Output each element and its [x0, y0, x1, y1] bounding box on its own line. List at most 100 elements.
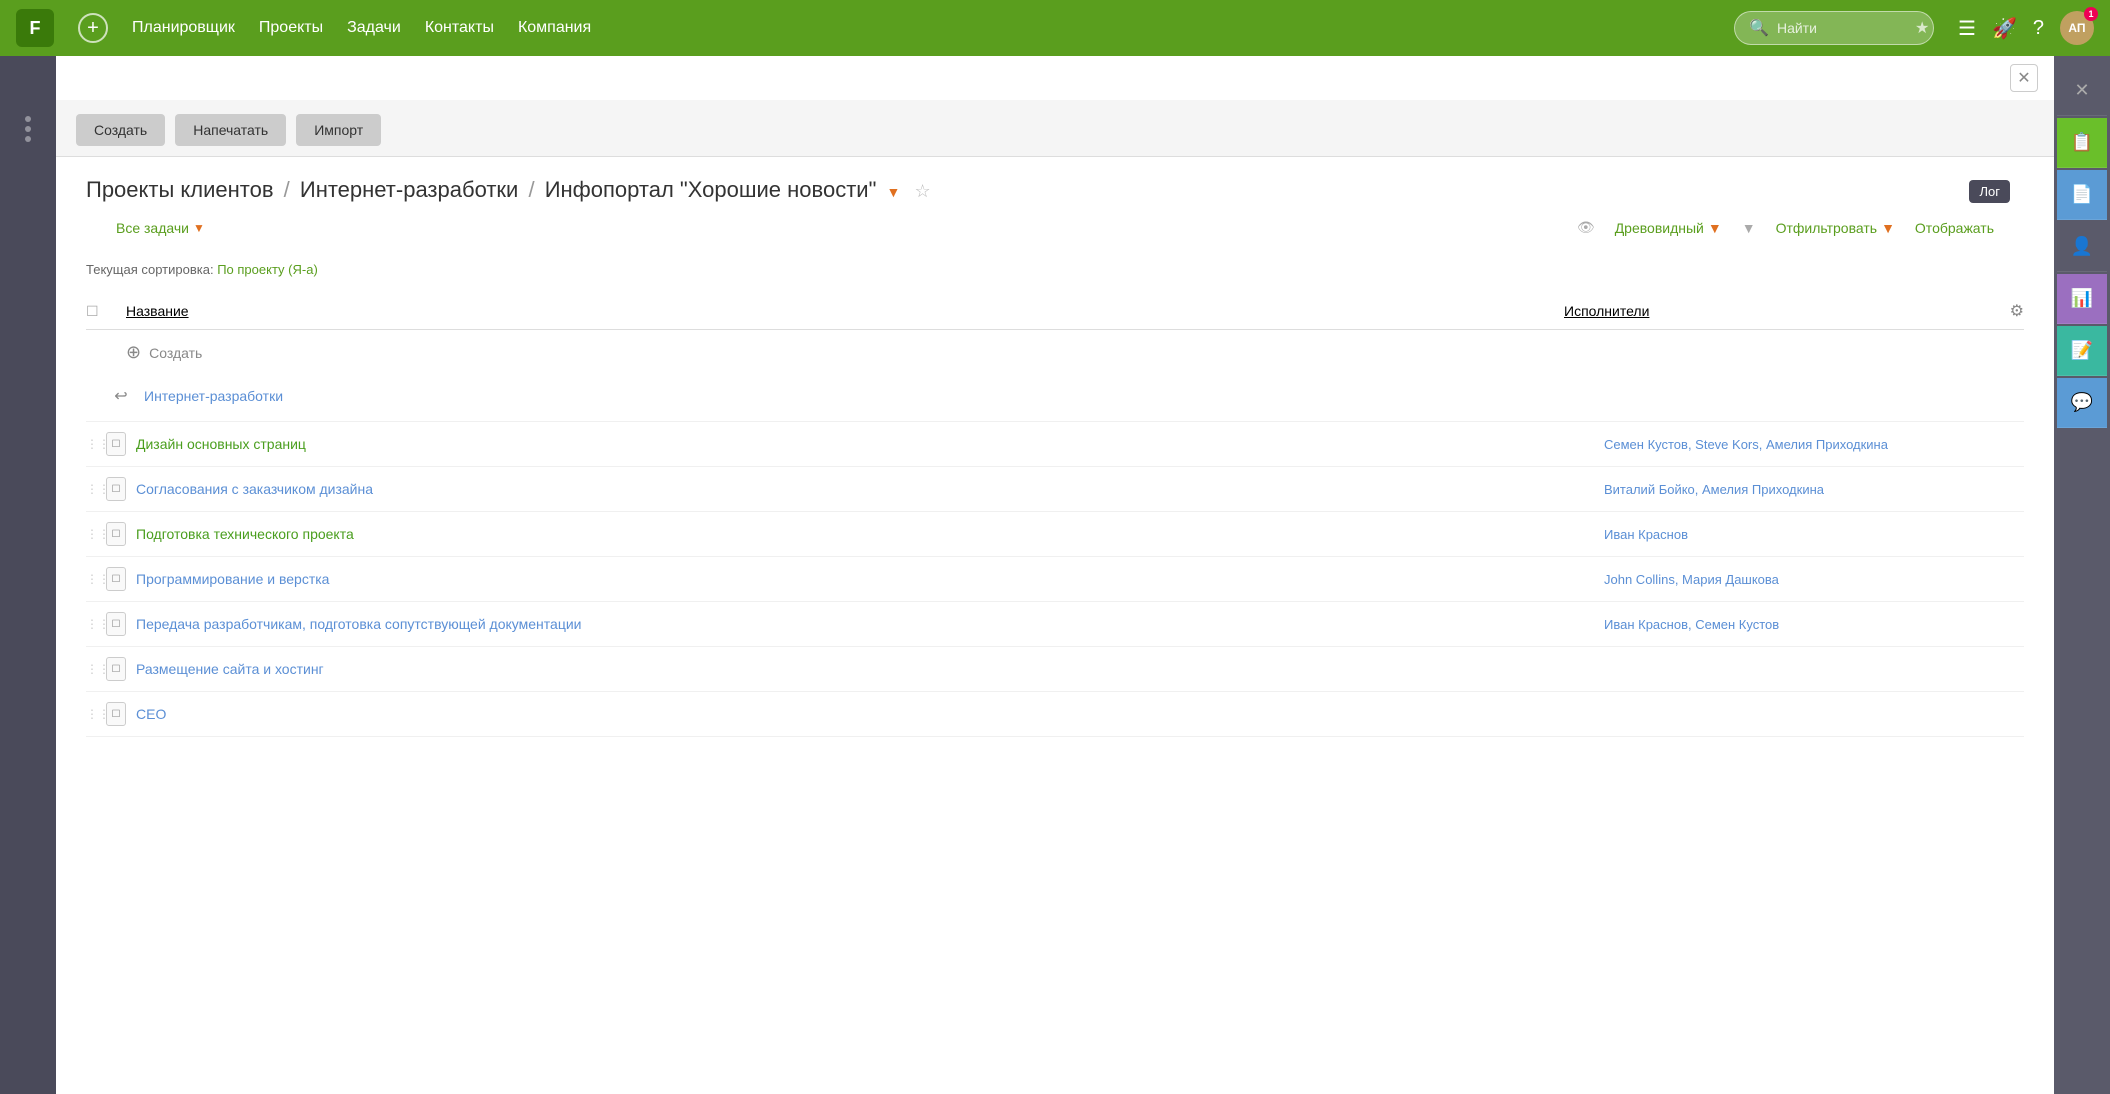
filter-button[interactable]: Отфильтровать ▼ [1776, 220, 1895, 236]
task-checkbox[interactable]: ☐ [106, 432, 136, 456]
task-checkbox[interactable]: ☐ [106, 522, 136, 546]
nav-company[interactable]: Компания [518, 19, 591, 37]
search-bar[interactable]: 🔍 ★ [1734, 11, 1934, 45]
search-input[interactable] [1777, 20, 1907, 36]
task-status-icon: ☐ [106, 522, 126, 546]
rocket-icon[interactable]: 🚀 [1992, 16, 2017, 41]
task-checkbox[interactable]: ☐ [106, 612, 136, 636]
filter-arrow-icon: ▼ [1881, 220, 1895, 236]
favorite-star-icon[interactable]: ☆ [915, 181, 931, 201]
settings-gear-icon[interactable]: ⚙ [2010, 303, 2024, 320]
create-task-row[interactable]: ⊕ Создать [86, 330, 2024, 371]
sort-info: Текущая сортировка: По проекту (Я-а) [56, 258, 2054, 293]
close-button[interactable]: ✕ [2010, 64, 2038, 92]
nav-projects[interactable]: Проекты [259, 19, 323, 37]
sidebar-edit-button[interactable]: ✕ [2057, 66, 2107, 116]
sort-value[interactable]: По проекту (Я-а) [217, 262, 318, 277]
avatar-initials: АП [2068, 21, 2085, 35]
col-settings-header: ⚙ [1984, 301, 2024, 321]
nav-tasks[interactable]: Задачи [347, 19, 401, 37]
nav-planner[interactable]: Планировщик [132, 19, 235, 37]
table-row: ⋮⋮ ☐ Размещение сайта и хостинг [86, 647, 2024, 692]
drag-handle-icon: ⋮⋮ [86, 482, 106, 496]
task-name[interactable]: Передача разработчикам, подготовка сопут… [136, 616, 1604, 632]
dropdown-arrow-icon[interactable]: ▼ [887, 184, 901, 200]
top-navigation: F + Планировщик Проекты Задачи Контакты … [0, 0, 2110, 56]
task-name[interactable]: Программирование и верстка [136, 571, 1604, 587]
breadcrumb-part-2[interactable]: Интернет-разработки [300, 177, 518, 202]
sidebar-dot-2 [25, 126, 31, 132]
sidebar-docs-button[interactable]: 📄 [2057, 170, 2107, 220]
import-button[interactable]: Импорт [296, 114, 381, 146]
menu-icon[interactable]: ☰ [1958, 16, 1976, 41]
help-icon[interactable]: ? [2033, 17, 2044, 40]
sidebar-reports-button[interactable]: 📊 [2057, 274, 2107, 324]
main-layout: ✕ Создать Напечатать Импорт Проекты клие… [0, 56, 2110, 1094]
table-row: ⋮⋮ ☐ Передача разработчикам, подготовка … [86, 602, 2024, 647]
drag-handle-icon: ⋮⋮ [86, 437, 106, 451]
sidebar-tasks-button[interactable]: 📋 [2057, 118, 2107, 168]
main-content: ✕ Создать Напечатать Импорт Проекты клие… [56, 56, 2054, 1094]
task-name[interactable]: CEO [136, 706, 1604, 722]
task-status-icon: ☐ [106, 702, 126, 726]
sidebar-dot-1 [25, 116, 31, 122]
table-row: ⋮⋮ ☐ CEO [86, 692, 2024, 737]
task-checkbox[interactable]: ☐ [106, 702, 136, 726]
nav-icons: ☰ 🚀 ? АП 1 [1958, 11, 2094, 45]
sidebar-dots [25, 116, 31, 142]
all-tasks-arrow-icon: ▼ [193, 221, 205, 235]
task-assignees: Иван Краснов [1604, 527, 2024, 542]
col-name-header[interactable]: Название [126, 303, 1564, 319]
avatar-badge: 1 [2084, 7, 2098, 21]
logo[interactable]: F [16, 9, 54, 47]
print-button[interactable]: Напечатать [175, 114, 286, 146]
task-status-icon: ☐ [106, 612, 126, 636]
avatar[interactable]: АП 1 [2060, 11, 2094, 45]
back-icon[interactable]: ↩ [106, 381, 136, 411]
create-label: Создать [149, 345, 202, 361]
task-name[interactable]: Подготовка технического проекта [136, 526, 1604, 542]
create-button[interactable]: Создать [76, 114, 165, 146]
close-area: ✕ [56, 56, 2054, 100]
sort-label: Текущая сортировка: [86, 262, 214, 277]
add-button[interactable]: + [78, 13, 108, 43]
task-checkbox[interactable]: ☐ [106, 567, 136, 591]
parent-task-name[interactable]: Интернет-разработки [144, 388, 1604, 404]
task-name[interactable]: Согласования с заказчиком дизайна [136, 481, 1604, 497]
create-plus-icon: ⊕ [126, 342, 141, 363]
task-table: ☐ Название Исполнители ⚙ ⊕ Создать [56, 293, 2054, 737]
drag-handle-icon: ⋮⋮ [86, 617, 106, 631]
breadcrumb-part-1[interactable]: Проекты клиентов [86, 177, 274, 202]
task-status-icon: ☐ [106, 567, 126, 591]
task-status-icon: ☐ [106, 657, 126, 681]
checkbox-icon: ☐ [86, 303, 99, 319]
view-button[interactable]: Древовидный ▼ [1615, 220, 1722, 236]
all-tasks-filter[interactable]: Все задачи ▼ [116, 220, 205, 236]
task-checkbox[interactable]: ☐ [106, 477, 136, 501]
right-sidebar: ✕ 📋 📄 👤 📊 📝 💬 [2054, 56, 2110, 1094]
drag-handle-icon: ⋮⋮ [86, 707, 106, 721]
task-status-icon: ☐ [106, 432, 126, 456]
table-row: ⋮⋮ ☐ Дизайн основных страниц Семен Кусто… [86, 422, 2024, 467]
sidebar-chat-button[interactable]: 💬 [2057, 378, 2107, 428]
display-label: Отображать [1915, 220, 1994, 236]
table-row: ⋮⋮ ☐ Подготовка технического проекта Ива… [86, 512, 2024, 557]
sidebar-contacts-button[interactable]: 👤 [2057, 222, 2107, 272]
display-button[interactable]: Отображать [1915, 220, 1994, 236]
breadcrumb-sep-2: / [528, 177, 540, 202]
col-assignee-header[interactable]: Исполнители [1564, 303, 1984, 319]
drag-handle-icon: ⋮⋮ [86, 662, 106, 676]
table-row: ⋮⋮ ☐ Согласования с заказчиком дизайна В… [86, 467, 2024, 512]
task-checkbox[interactable]: ☐ [106, 657, 136, 681]
toolbar: Создать Напечатать Импорт [56, 100, 2054, 157]
sidebar-notes-button[interactable]: 📝 [2057, 326, 2107, 376]
drag-handle-icon: ⋮⋮ [86, 527, 106, 541]
task-name[interactable]: Размещение сайта и хостинг [136, 661, 1604, 677]
table-header: ☐ Название Исполнители ⚙ [86, 293, 2024, 330]
task-status-icon: ☐ [106, 477, 126, 501]
col-assignee-label: Исполнители [1564, 303, 1649, 319]
breadcrumb-area: Проекты клиентов / Интернет-разработки /… [56, 157, 2054, 258]
task-name[interactable]: Дизайн основных страниц [136, 436, 1604, 452]
filter-bar: Все задачи ▼ 👁 Древовидный ▼ ▼ Отфильтро… [86, 213, 2024, 248]
nav-contacts[interactable]: Контакты [425, 19, 494, 37]
